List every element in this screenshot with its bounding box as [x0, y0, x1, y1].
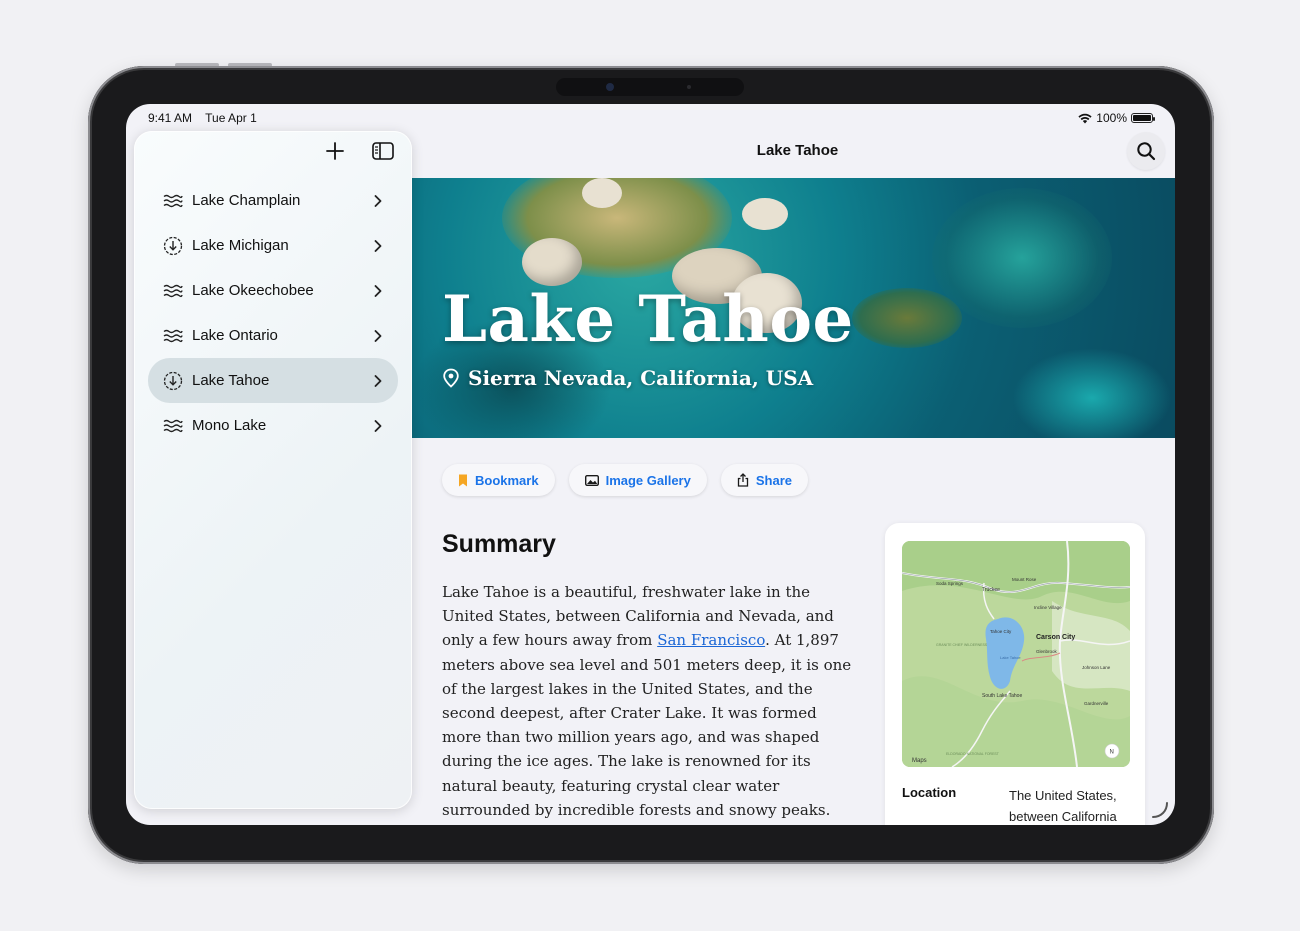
image-gallery-label: Image Gallery — [605, 472, 691, 488]
water-waves-icon — [162, 325, 184, 347]
map-label-truckee: Truckee — [982, 587, 1000, 593]
chevron-right-icon — [372, 239, 384, 253]
status-date: Tue Apr 1 — [205, 111, 257, 125]
map-graphic: Carson City Truckee South Lake Tahoe Inc… — [902, 541, 1130, 767]
sidebar-item-label: Lake Tahoe — [192, 372, 270, 389]
map-label-south-tahoe: South Lake Tahoe — [982, 693, 1022, 699]
camera-housing — [556, 78, 744, 96]
hero-image: Lake Tahoe Sierra Nevada, California, US… — [412, 178, 1175, 438]
plus-icon — [326, 142, 344, 160]
sidebar: Lake Champlain Lake Michigan Lake Okeech… — [134, 131, 412, 809]
chevron-right-icon — [372, 194, 384, 208]
share-button[interactable]: Share — [720, 464, 808, 496]
location-value: The United States, between California — [1009, 788, 1117, 824]
sidebar-toggle-button[interactable] — [370, 138, 396, 164]
sidebar-item-mono-lake[interactable]: Mono Lake — [148, 403, 398, 448]
chevron-right-icon — [372, 374, 384, 388]
wifi-icon — [1078, 113, 1092, 123]
water-waves-icon — [162, 280, 184, 302]
download-circle-icon — [162, 235, 184, 257]
summary-text-end: . At 1,897 meters above sea level and 50… — [442, 631, 852, 819]
download-circle-icon — [162, 370, 184, 392]
battery-icon — [1131, 113, 1155, 123]
location-map[interactable]: Carson City Truckee South Lake Tahoe Inc… — [902, 541, 1130, 767]
sidebar-item-lake-ontario[interactable]: Lake Ontario — [148, 313, 398, 358]
summary-text: Lake Tahoe is a beautiful, freshwater la… — [442, 580, 852, 825]
chevron-right-icon — [372, 284, 384, 298]
map-label-eldorado: ELDORADO NATIONAL FOREST — [946, 752, 1000, 756]
photo-icon — [584, 474, 599, 486]
bookmark-label: Bookmark — [475, 472, 539, 488]
page-title: Lake Tahoe — [756, 142, 839, 159]
share-icon — [737, 473, 749, 487]
sidebar-item-lake-tahoe[interactable]: Lake Tahoe — [148, 358, 398, 403]
resize-handle-icon[interactable] — [1151, 801, 1169, 819]
map-label-mount-rose: Mount Rose — [1012, 577, 1037, 582]
bookmark-button[interactable]: Bookmark — [442, 464, 555, 496]
image-gallery-button[interactable]: Image Gallery — [568, 464, 707, 496]
san-francisco-link[interactable]: San Francisco — [657, 631, 765, 649]
sidebar-toggle-icon — [372, 142, 394, 160]
location-label: Location — [902, 785, 957, 800]
screen: 9:41 AM Tue Apr 1 100% Lake Tahoe Lake T… — [126, 104, 1175, 825]
hero-title: Lake Tahoe — [442, 282, 854, 357]
sidebar-item-label: Mono Lake — [192, 417, 267, 434]
map-label-lake: Lake Tahoe — [1000, 655, 1021, 660]
add-button[interactable] — [322, 138, 348, 164]
sidebar-item-lake-michigan[interactable]: Lake Michigan — [148, 223, 398, 268]
chevron-right-icon — [372, 329, 384, 343]
sidebar-item-label: Lake Okeechobee — [192, 282, 314, 299]
status-time: 9:41 AM — [148, 111, 193, 125]
status-bar-left: 9:41 AM Tue Apr 1 — [148, 111, 267, 125]
compass-icon[interactable]: N — [1110, 750, 1114, 756]
hero-subtitle: Sierra Nevada, California, USA — [442, 366, 813, 390]
map-label-carson: Carson City — [1036, 634, 1075, 641]
map-label-wilderness: GRANITE CHIEF WILDERNESS — [936, 643, 988, 647]
sidebar-item-lake-champlain[interactable]: Lake Champlain — [148, 178, 398, 223]
search-button[interactable] — [1127, 132, 1165, 170]
sidebar-item-lake-okeechobee[interactable]: Lake Okeechobee — [148, 268, 398, 313]
water-waves-icon — [162, 190, 184, 212]
chevron-right-icon — [372, 419, 384, 433]
bookmark-icon — [459, 474, 467, 486]
action-bar: Bookmark Image Gallery Share — [442, 464, 808, 496]
map-label-incline: Incline Village — [1034, 605, 1062, 610]
summary-heading: Summary — [442, 530, 556, 558]
lake-list: Lake Champlain Lake Michigan Lake Okeech… — [148, 178, 398, 448]
sidebar-item-label: Lake Champlain — [192, 192, 301, 209]
share-label: Share — [755, 472, 792, 488]
hero-subtitle-text: Sierra Nevada, California, USA — [468, 366, 814, 390]
map-label-soda: Soda Springs — [936, 581, 964, 586]
water-waves-icon — [162, 415, 184, 437]
map-label-glenbrook: Glenbrook — [1036, 649, 1058, 654]
status-bar-right: 100% — [1078, 111, 1155, 125]
map-label-gardnerville: Gardnerville — [1084, 701, 1109, 706]
info-card: Carson City Truckee South Lake Tahoe Inc… — [885, 523, 1145, 825]
map-attribution: Maps — [912, 758, 927, 764]
search-icon — [1137, 142, 1156, 161]
location-pin-icon — [443, 368, 459, 388]
battery-percent: 100% — [1096, 111, 1127, 125]
map-label-tahoe-city: Tahoe City — [990, 629, 1012, 634]
map-label-johnson: Johnson Lane — [1082, 665, 1111, 670]
sidebar-item-label: Lake Michigan — [192, 237, 289, 254]
sidebar-item-label: Lake Ontario — [192, 327, 278, 344]
